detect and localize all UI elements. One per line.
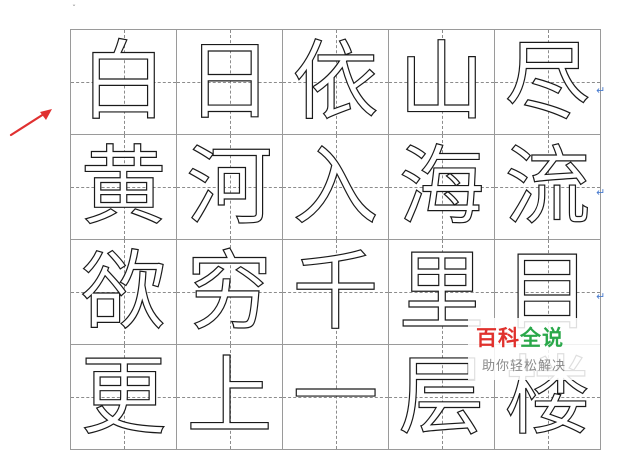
outline-character: 日 (186, 32, 273, 132)
grid-cell[interactable]: 白 (70, 29, 177, 135)
paragraph-mark: ↵ (596, 290, 606, 303)
outline-character: 依 (292, 32, 379, 132)
outline-character: 河 (186, 137, 273, 237)
grid-cell[interactable]: 欲 (70, 239, 177, 345)
outline-character: 更 (80, 347, 167, 447)
grid-cell[interactable]: 一 (282, 344, 389, 450)
outline-character: 穷 (186, 242, 273, 342)
red-arrow-icon (9, 109, 52, 137)
outline-character: 尽 (504, 32, 591, 132)
grid-cell[interactable]: 千 (282, 239, 389, 345)
grid-cell[interactable]: 依 (282, 29, 389, 135)
arrow-shaft (9, 110, 49, 137)
outline-character: 白 (80, 32, 167, 132)
outline-character: 山 (398, 32, 485, 132)
grid-cell[interactable]: 更 (70, 344, 177, 450)
outline-character: 欲 (80, 242, 167, 342)
grid-cell[interactable]: 穷 (176, 239, 283, 345)
outline-character: 上 (186, 347, 273, 447)
paragraph-mark: ↵ (596, 186, 606, 199)
table-row: 白 日 依 山 尽 (70, 29, 601, 135)
grid-cell[interactable]: 尽 (494, 29, 601, 135)
grid-cell[interactable]: 河 (176, 134, 283, 240)
watermark-title-part2: 全说 (520, 326, 564, 350)
page-corner-mark: ˇ (72, 4, 76, 13)
grid-cell[interactable]: 日 (176, 29, 283, 135)
grid-cell[interactable]: 流 (494, 134, 601, 240)
outline-character: 海 (398, 137, 485, 237)
watermark-logo: 百科全说 助你轻松解决 (468, 318, 600, 380)
watermark-subtitle: 助你轻松解决 (482, 359, 567, 374)
grid-cell[interactable]: 黄 (70, 134, 177, 240)
table-row: 黄 河 入 海 流 (70, 134, 601, 240)
outline-character: 千 (292, 242, 379, 342)
watermark-title-part1: 百科 (476, 326, 520, 350)
outline-character: 入 (292, 137, 379, 237)
grid-cell[interactable]: 山 (388, 29, 495, 135)
outline-character: 一 (292, 347, 379, 447)
practice-grid-table[interactable]: 白 日 依 山 尽 黄 河 入 海 流 欲 穷 千 里 目 更 上 一 层 楼 (70, 29, 601, 450)
grid-cell[interactable]: 上 (176, 344, 283, 450)
outline-character: 黄 (80, 137, 167, 237)
watermark-title: 百科全说 (476, 322, 564, 352)
grid-cell[interactable]: 入 (282, 134, 389, 240)
paragraph-mark: ↵ (596, 84, 606, 97)
grid-cell[interactable]: 海 (388, 134, 495, 240)
outline-character: 流 (504, 137, 591, 237)
